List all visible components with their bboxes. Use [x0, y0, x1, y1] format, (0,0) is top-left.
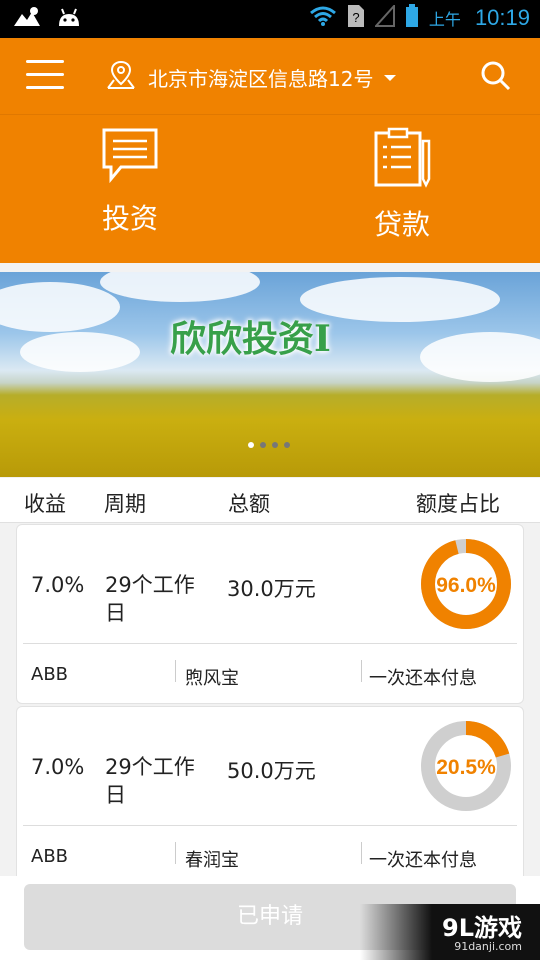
banner-cloud: [0, 282, 120, 332]
product-company: ABB: [31, 846, 69, 867]
pager-dot[interactable]: [272, 442, 278, 448]
weather-icon: [12, 6, 42, 32]
list-header: 收益 周期 总额 额度占比: [0, 478, 540, 523]
product-repayment: 一次还本付息: [369, 850, 477, 871]
search-icon[interactable]: [480, 60, 512, 96]
product-period: 29个工作日: [105, 755, 195, 807]
product-card[interactable]: 7.0% 29个工作日 50.0万元 20.5% ABB 春润宝 一次还本付息: [16, 706, 524, 886]
footer-separator: [361, 660, 362, 682]
header-total: 总额: [228, 492, 270, 516]
pager-dot[interactable]: [260, 442, 266, 448]
invest-button[interactable]: 投资: [30, 127, 230, 237]
status-ampm: 上午: [428, 10, 461, 29]
ratio-donut: 20.5%: [421, 721, 511, 811]
android-icon: [56, 6, 82, 32]
watermark-logo: 9L游戏: [442, 914, 522, 942]
product-name: 煦风宝: [185, 668, 239, 689]
product-company: ABB: [31, 664, 69, 685]
signal-icon: [373, 3, 395, 31]
footer-separator: [361, 842, 362, 864]
header-period: 周期: [104, 492, 146, 516]
banner-cloud: [420, 332, 540, 382]
header-ratio: 额度占比: [416, 492, 500, 516]
banner-cloud: [20, 332, 140, 372]
status-time: 10:19: [474, 5, 530, 30]
product-card[interactable]: 7.0% 29个工作日 30.0万元 96.0% ABB 煦风宝 一次还本付息: [16, 524, 524, 704]
chevron-down-icon: [383, 68, 397, 87]
product-repayment: 一次还本付息: [369, 668, 477, 689]
product-name: 春润宝: [185, 850, 239, 871]
product-total: 30.0万元: [227, 577, 316, 601]
location-text: 北京市海淀区信息路12号: [148, 66, 374, 91]
footer-separator: [175, 660, 176, 682]
product-period: 29个工作日: [105, 573, 195, 625]
invest-label: 投资: [101, 202, 158, 235]
status-bar: ? 上午 10:19: [0, 0, 540, 38]
product-total: 50.0万元: [227, 759, 316, 783]
svg-text:?: ?: [352, 10, 359, 25]
battery-icon: [405, 4, 419, 32]
clipboard-icon: [373, 127, 431, 193]
top-app-bar: 北京市海淀区信息路12号: [0, 38, 540, 115]
banner-cloud: [100, 272, 260, 302]
banner-title: 欣欣投资I: [170, 318, 331, 360]
menu-icon[interactable]: [26, 60, 64, 92]
message-icon: [101, 128, 159, 187]
site-watermark: 9L游戏 91danji.com: [360, 904, 540, 960]
location-selector[interactable]: 北京市海淀区信息路12号: [104, 58, 397, 96]
card-footer: ABB 煦风宝 一次还本付息: [17, 644, 523, 702]
header-yield: 收益: [24, 492, 66, 516]
location-pin-icon: [104, 58, 138, 96]
pager-dot[interactable]: [284, 442, 290, 448]
watermark-url: 91danji.com: [454, 940, 522, 953]
banner-pager: [248, 442, 290, 448]
no-sim-icon: ?: [347, 4, 365, 32]
ratio-donut: 96.0%: [421, 539, 511, 629]
product-rate: 7.0%: [31, 573, 85, 597]
ratio-text: 20.5%: [436, 756, 496, 779]
pager-dot[interactable]: [248, 442, 254, 448]
footer-separator: [175, 842, 176, 864]
loan-button[interactable]: 贷款: [302, 127, 502, 243]
product-rate: 7.0%: [31, 755, 85, 779]
loan-label: 贷款: [373, 208, 430, 241]
wifi-icon: [309, 5, 337, 31]
ratio-text: 96.0%: [436, 574, 496, 597]
action-bar: 投资 贷款: [0, 115, 540, 263]
